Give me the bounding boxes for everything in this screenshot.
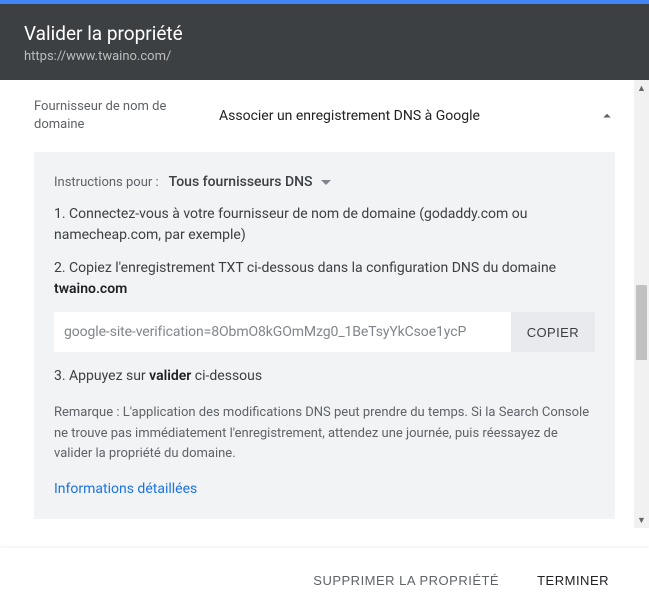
provider-row[interactable]: Fournisseur de nom de domaine Associer u… (22, 80, 627, 152)
provider-label: Fournisseur de nom de domaine (34, 98, 219, 134)
step-3-pre: 3. Appuyez sur (54, 368, 149, 384)
step-3-bold: valider (149, 368, 191, 384)
scrollable-content[interactable]: Fournisseur de nom de domaine Associer u… (0, 80, 649, 528)
dns-provider-select-label: Tous fournisseurs DNS (169, 174, 313, 190)
copy-button[interactable]: COPIER (511, 312, 595, 352)
scroll-down-icon[interactable]: ▼ (634, 512, 649, 528)
step-2-domain: twaino.com (54, 281, 127, 297)
delete-property-button[interactable]: SUPPRIMER LA PROPRIÉTÉ (303, 565, 509, 596)
scrollbar-thumb[interactable] (636, 285, 647, 360)
txt-record-value[interactable]: google-site-verification=8ObmO8kGOmMzg0_… (54, 312, 511, 352)
step-1: 1. Connectez-vous à votre fournisseur de… (54, 204, 595, 246)
scroll-up-icon[interactable]: ▲ (634, 80, 649, 96)
done-button[interactable]: TERMINER (527, 565, 619, 596)
txt-record-row: google-site-verification=8ObmO8kGOmMzg0_… (54, 312, 595, 352)
step-2: 2. Copiez l'enregistrement TXT ci-dessou… (54, 258, 595, 300)
chevron-up-icon (597, 106, 617, 126)
dropdown-icon (321, 180, 331, 185)
step-3: 3. Appuyez sur valider ci-dessous (54, 366, 595, 387)
instructions-prefix: Instructions pour : (54, 175, 159, 190)
scrollbar[interactable]: ▲ ▼ (634, 80, 649, 528)
remark-text: Remarque : L'application des modificatio… (54, 403, 595, 463)
content-area: Fournisseur de nom de domaine Associer u… (0, 80, 649, 528)
dialog-subtitle: https://www.twaino.com/ (24, 49, 625, 64)
dialog-footer: SUPPRIMER LA PROPRIÉTÉ TERMINER (0, 548, 649, 612)
dialog-title: Valider la propriété (24, 22, 625, 45)
dialog-header: Valider la propriété https://www.twaino.… (0, 4, 649, 80)
dns-provider-select[interactable]: Tous fournisseurs DNS (169, 174, 331, 190)
step-3-post: ci-dessous (191, 368, 262, 384)
details-link[interactable]: Informations détaillées (54, 481, 197, 497)
instructions-for-row: Instructions pour : Tous fournisseurs DN… (54, 174, 595, 190)
step-2-text: 2. Copiez l'enregistrement TXT ci-dessou… (54, 260, 556, 276)
provider-value: Associer un enregistrement DNS à Google (219, 108, 597, 124)
instructions-panel: Instructions pour : Tous fournisseurs DN… (34, 152, 615, 518)
